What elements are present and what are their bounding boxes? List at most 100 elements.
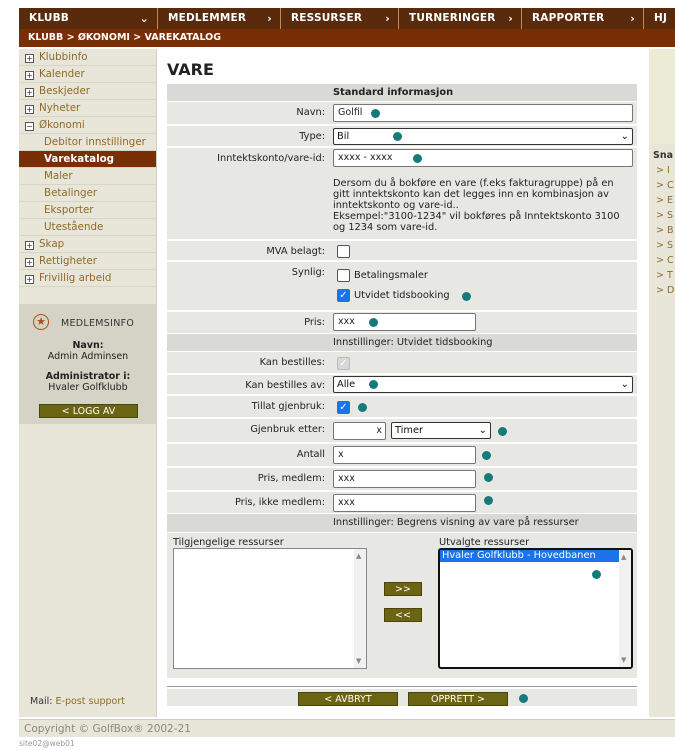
sidebar-item-skap[interactable]: + Skap [19,236,156,253]
expand-plus-icon[interactable]: + [25,54,34,63]
chevron-down-icon: ⌄ [139,12,149,25]
sidebar-item-label: Beskjeder [39,85,91,97]
nav-hjelp[interactable]: HJ [644,8,675,29]
gjenbruk-etter-row: Gjenbruk etter: x Timer ⌄ [167,419,637,443]
sidebar-item-okonomi[interactable]: − Økonomi [19,117,156,134]
cancel-button[interactable]: < AVBRYT [298,692,398,706]
nav-medlemmer-label: MEDLEMMER [168,12,247,24]
marker-dot [369,380,378,389]
name-label: Navn: [72,340,104,351]
sidebar-subitem-varekatalog[interactable]: Varekatalog [19,151,156,168]
kan-bestilles-row: Kan bestilles: ✓ [167,352,637,374]
breadcrumb: KLUBB > ØKONOMI > VAREKATALOG [19,29,675,47]
marker-dot [371,109,380,118]
nav-klubb[interactable]: KLUBB ⌄ [19,8,158,29]
nav-klubb-label: KLUBB [29,12,69,24]
sidebar-subitem-utestaende[interactable]: Utestående [19,219,156,236]
chevron-down-icon: ⌄ [620,379,629,390]
konto-input[interactable]: xxxx - xxxx [333,149,633,167]
available-resources-list[interactable]: ▲ ▼ [173,548,367,669]
nav-turneringer-label: TURNERINGER [409,12,496,24]
nav-turneringer[interactable]: TURNERINGER › [399,8,522,29]
pris-medlem-input[interactable]: xxx [333,470,476,488]
sidebar: + Klubbinfo + Kalender + Beskjeder + Nyheter… [19,49,157,717]
main-content: VARE Standard informasjon Navn: Golfil T… [157,49,649,717]
resources-row: Tilgjengelige ressurser ▲ ▼ >> << Utvalgt… [167,533,637,679]
nav-rapporter-label: RAPPORTER [532,12,605,24]
selected-resources-list[interactable]: Hvaler Golfklubb - Hovedbanen ▲ ▼ [438,548,633,669]
type-select[interactable]: Bil ⌄ [333,128,633,145]
bestilles-av-select[interactable]: Alle ⌄ [333,376,633,393]
konto-row: Inntektskonto/vare-id: xxxx - xxxx Derso… [167,148,637,240]
scroll-up-icon[interactable]: ▲ [621,553,626,561]
scrollbar[interactable]: ▲ ▼ [354,549,366,668]
gjenbruk-unit-select[interactable]: Timer ⌄ [391,422,491,439]
scrollbar[interactable]: ▲ ▼ [619,550,631,667]
sidebar-item-nyheter[interactable]: + Nyheter [19,100,156,117]
collapse-minus-icon[interactable]: − [25,122,34,131]
mva-checkbox[interactable] [337,245,350,258]
shortcut-link[interactable]: > B [656,225,674,236]
utvidet-tidsbooking-checkbox[interactable]: ✓ [337,289,350,302]
shortcut-link[interactable]: > D [656,285,674,296]
sidebar-item-klubbinfo[interactable]: + Klubbinfo [19,49,156,66]
nav-medlemmer[interactable]: MEDLEMMER › [158,8,281,29]
sidebar-subitem-eksporter[interactable]: Eksporter [19,202,156,219]
sidebar-item-frivillig[interactable]: + Frivillig arbeid [19,270,156,287]
gjenbruk-checkbox[interactable]: ✓ [337,401,350,414]
club-name: Hvaler Golfklubb [48,382,128,393]
section-title: Innstillinger: Begrens visning av vare p… [333,517,579,528]
mail-support-link[interactable]: E-post support [56,696,125,707]
type-select-value: Bil [337,131,350,142]
add-resource-button[interactable]: >> [384,582,422,596]
pris-ikke-medlem-input[interactable]: xxx [333,494,476,512]
expand-plus-icon[interactable]: + [25,105,34,114]
shortcut-link[interactable]: > T [656,270,673,281]
shortcut-link[interactable]: > C [656,255,674,266]
expand-plus-icon[interactable]: + [25,88,34,97]
shortcut-link[interactable]: > C [656,180,674,191]
chevron-right-icon: › [267,12,272,25]
nav-ressurser[interactable]: RESSURSER › [281,8,399,29]
betalingsmaler-checkbox[interactable] [337,269,350,282]
chevron-down-icon: ⌄ [478,425,487,436]
sidebar-item-beskjeder[interactable]: + Beskjeder [19,83,156,100]
antall-input[interactable]: x [333,446,476,464]
sidebar-item-kalender[interactable]: + Kalender [19,66,156,83]
marker-dot [413,154,422,163]
section-title: Standard informasjon [333,87,454,98]
expand-plus-icon[interactable]: + [25,241,34,250]
logoff-button[interactable]: < LOGG AV [39,404,138,418]
scroll-up-icon[interactable]: ▲ [356,552,361,560]
bestilles-av-value: Alle [337,379,356,390]
expand-plus-icon[interactable]: + [25,71,34,80]
shortcut-link[interactable]: > S [656,240,673,251]
shortcut-link[interactable]: > E [656,195,673,206]
create-button[interactable]: OPPRETT > [408,692,508,706]
gjenbruk-etter-input[interactable]: x [333,422,386,440]
sidebar-item-rettigheter[interactable]: + Rettigheter [19,253,156,270]
marker-dot [484,496,493,505]
sidebar-item-label: Frivillig arbeid [39,272,112,284]
expand-plus-icon[interactable]: + [25,275,34,284]
shortcut-link[interactable]: > I [656,165,670,176]
expand-plus-icon[interactable]: + [25,258,34,267]
nav-ressurser-label: RESSURSER [291,12,363,24]
pris-input[interactable]: xxx [333,313,476,331]
gjenbruk-row: Tillat gjenbruk: ✓ [167,396,637,418]
pris-row: Pris: xxx [167,312,637,334]
marker-dot [369,318,378,327]
shortcut-link[interactable]: > S [656,210,673,221]
selected-resource-item[interactable]: Hvaler Golfklubb - Hovedbanen [440,550,619,562]
remove-resource-button[interactable]: << [384,608,422,622]
scroll-down-icon[interactable]: ▼ [621,656,626,664]
nav-rapporter[interactable]: RAPPORTER › [522,8,644,29]
sidebar-subitem-maler[interactable]: Maler [19,168,156,185]
scroll-down-icon[interactable]: ▼ [356,657,361,665]
sidebar-item-label: Skap [39,238,65,250]
sidebar-subitem-betalinger[interactable]: Betalinger [19,185,156,202]
synlig-row: Synlig: Betalingsmaler ✓ Utvidet tidsboo… [167,262,637,311]
sidebar-subitem-debitor[interactable]: Debitor innstillinger [19,134,156,151]
marker-dot [498,427,507,436]
pris-ikke-medlem-row: Pris, ikke medlem: xxx [167,492,637,514]
